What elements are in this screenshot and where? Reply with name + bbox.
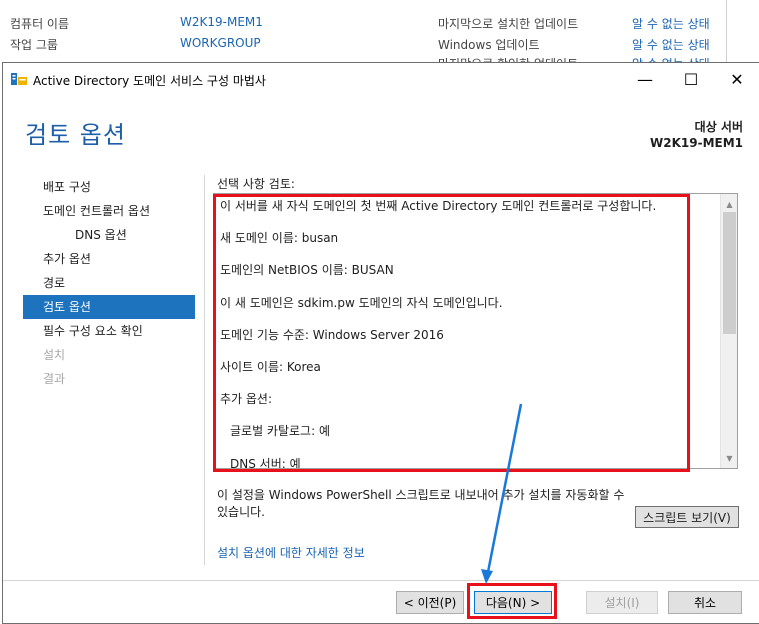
computer-name-value[interactable]: W2K19-MEM1 — [180, 15, 263, 29]
target-server-label: 대상 서버 — [694, 120, 743, 134]
windows-update-label: Windows 업데이트 — [438, 38, 540, 52]
target-server-name: W2K19-MEM1 — [650, 136, 743, 150]
nav-item-domain-controller-options[interactable]: 도메인 컨트롤러 옵션 — [23, 199, 195, 223]
window-title: Active Directory 도메인 서비스 구성 마법사 — [33, 74, 266, 88]
server-manager-app-icon — [11, 73, 27, 85]
title-bar[interactable]: Active Directory 도메인 서비스 구성 마법사 — ☐ ✕ — [3, 63, 759, 95]
nav-item-paths[interactable]: 경로 — [23, 271, 195, 295]
nav-item-results: 결과 — [43, 372, 66, 386]
ad-ds-configuration-wizard: Active Directory 도메인 서비스 구성 마법사 — ☐ ✕ 검토… — [2, 62, 759, 624]
install-button: 설치(I) — [586, 591, 658, 614]
scroll-down-icon[interactable]: ▼ — [721, 450, 738, 466]
scroll-up-icon[interactable]: ▲ — [721, 196, 738, 212]
view-script-button[interactable]: 스크립트 보기(V) — [635, 506, 739, 528]
review-highlight-annotation — [213, 194, 690, 472]
nav-item-prerequisites-check[interactable]: 필수 구성 요소 확인 — [23, 319, 195, 343]
workgroup-value[interactable]: WORKGROUP — [180, 36, 261, 50]
powershell-export-note: 이 설정을 Windows PowerShell 스크립트로 내보내어 추가 설… — [217, 488, 625, 519]
next-highlight-annotation — [467, 583, 557, 619]
previous-button[interactable]: < 이전(P) — [396, 591, 464, 614]
close-button[interactable]: ✕ — [714, 63, 759, 95]
minimize-button[interactable]: — — [622, 63, 668, 95]
nav-divider — [204, 175, 205, 565]
wizard-navigation: 배포 구성 도메인 컨트롤러 옵션 DNS 옵션 추가 옵션 경로 검토 옵션 … — [23, 175, 195, 391]
windows-update-value[interactable]: 알 수 없는 상태 — [632, 36, 710, 53]
nav-item-deployment-configuration[interactable]: 배포 구성 — [23, 175, 195, 199]
maximize-button[interactable]: ☐ — [668, 63, 714, 95]
nav-item-review-options[interactable]: 검토 옵션 — [23, 295, 195, 319]
last-installed-updates-value[interactable]: 알 수 없는 상태 — [632, 15, 710, 32]
background-divider — [726, 0, 727, 62]
last-installed-updates-label: 마지막으로 설치한 업데이트 — [438, 17, 579, 31]
nav-item-additional-options[interactable]: 추가 옵션 — [23, 247, 195, 271]
computer-name-label: 컴퓨터 이름 — [10, 17, 70, 31]
review-scrollbar[interactable]: ▲ ▼ — [720, 194, 737, 468]
more-installation-options-link[interactable]: 설치 옵션에 대한 자세한 정보 — [217, 544, 365, 561]
page-title: 검토 옵션 — [25, 121, 126, 149]
workgroup-label: 작업 그룹 — [10, 38, 58, 52]
nav-item-installation: 설치 — [43, 348, 66, 362]
server-properties-background: 컴퓨터 이름 W2K19-MEM1 마지막으로 설치한 업데이트 알 수 없는 … — [0, 0, 759, 70]
target-server-info: 대상 서버 W2K19-MEM1 — [650, 119, 743, 151]
footer-divider — [3, 580, 759, 581]
scroll-thumb[interactable] — [723, 212, 736, 334]
review-selections-label: 선택 사항 검토: — [217, 177, 295, 191]
cancel-button[interactable]: 취소 — [668, 591, 742, 614]
nav-item-dns-options[interactable]: DNS 옵션 — [23, 223, 195, 247]
